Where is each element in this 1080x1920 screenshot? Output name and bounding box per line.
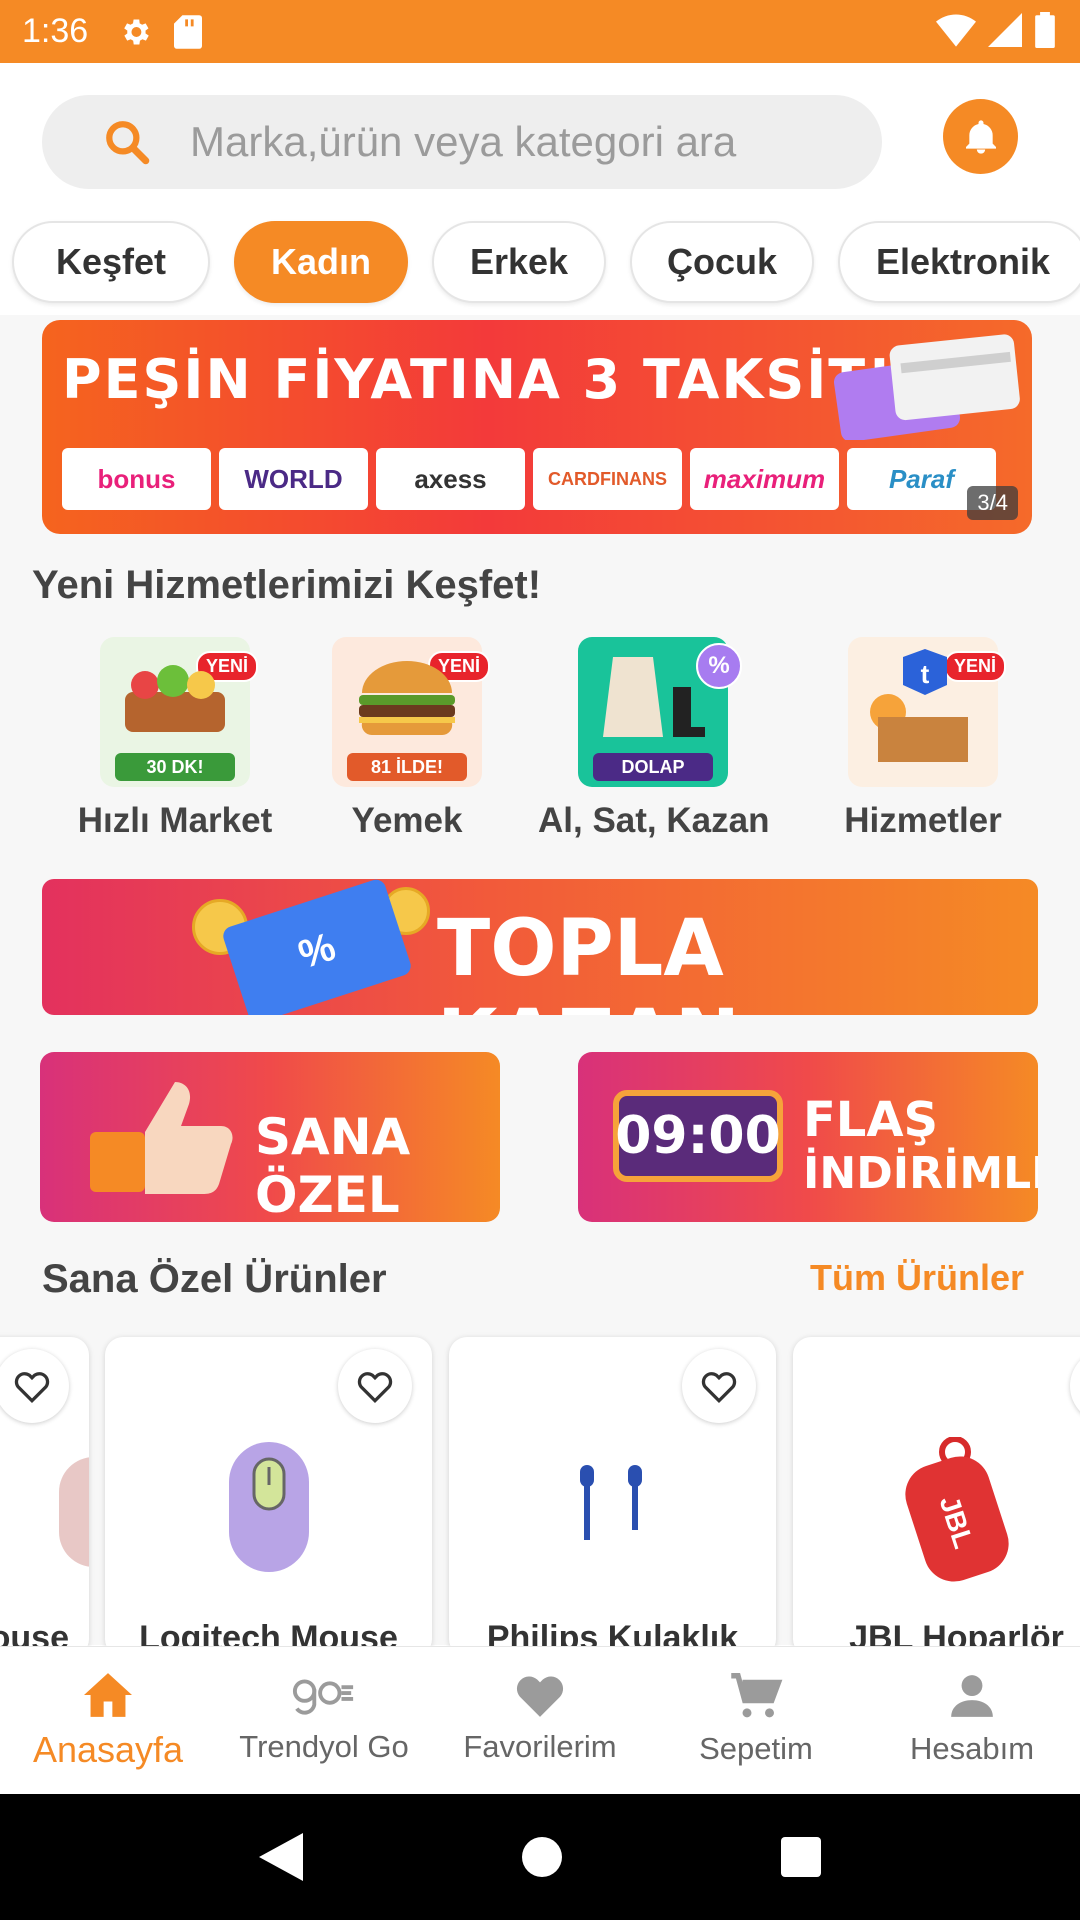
svg-text:t: t — [921, 659, 930, 689]
service-caption: 81 İLDE! — [347, 753, 467, 781]
favorite-button[interactable] — [338, 1349, 412, 1423]
heart-icon — [516, 1676, 564, 1717]
market-basket-icon: YENİ 30 DK! — [100, 637, 258, 787]
thumbs-up-icon — [90, 1082, 233, 1194]
favorite-button[interactable] — [682, 1349, 756, 1423]
service-label: Yemek — [351, 801, 463, 840]
system-navigation-bar — [0, 1794, 1080, 1920]
nav-label: Trendyol Go — [239, 1729, 409, 1764]
tab-cocuk[interactable]: Çocuk — [630, 221, 814, 303]
service-caption: 30 DK! — [115, 753, 235, 781]
nav-hesabim[interactable]: Hesabım — [864, 1647, 1080, 1794]
services-title: Yeni Hizmetlerimizi Keşfet! — [32, 563, 542, 607]
services-box-icon: YENİ t — [848, 637, 1006, 787]
nav-anasayfa[interactable]: Anasayfa — [0, 1647, 216, 1794]
service-caption: DOLAP — [593, 753, 713, 781]
flas-time: 09:00 — [615, 1106, 781, 1166]
nav-label: Hesabım — [909, 1731, 1035, 1766]
tab-kesfet[interactable]: Keşfet — [12, 221, 210, 303]
service-hizmetler[interactable]: YENİ t Hizmetler — [808, 637, 1038, 841]
bell-icon — [965, 119, 996, 154]
tab-erkek[interactable]: Erkek — [432, 221, 606, 303]
flas-indirimler-banner[interactable]: 09:00 FLAŞ İNDİRİMLER — [578, 1052, 1038, 1222]
nav-favorilerim[interactable]: Favorilerim — [432, 1647, 648, 1794]
signal-icon — [988, 13, 1022, 47]
service-yemek[interactable]: YENİ 81 İLDE! Yemek — [292, 637, 522, 841]
cart-icon — [731, 1673, 783, 1718]
sana-ozel-title: SANA ÖZEL — [255, 1108, 411, 1222]
product-card[interactable]: Philips Kulaklık — [449, 1337, 776, 1657]
home-circle-icon[interactable] — [521, 1837, 562, 1877]
sd-card-icon — [174, 14, 203, 49]
coupon-percent: % — [293, 924, 341, 977]
go-icon — [292, 1679, 354, 1715]
service-label: Hizmetler — [844, 801, 1002, 840]
burger-icon: YENİ 81 İLDE! — [332, 637, 490, 787]
nav-label: Favorilerim — [463, 1729, 617, 1764]
banner-page-counter: 3/4 — [967, 486, 1018, 520]
battery-icon — [1035, 12, 1055, 48]
flas-line1: FLAŞ — [803, 1092, 939, 1148]
hero-banner[interactable]: PEŞİN FİYATINA 3 TAKSİT! bonus WORLD axe… — [42, 320, 1032, 534]
bank-logo-cardfinans: CARDFINANS — [533, 448, 682, 510]
heart-outline-icon — [14, 1372, 50, 1404]
search-placeholder: Marka,ürün veya kategori ara — [190, 118, 737, 165]
products-section-title: Sana Özel Ürünler — [42, 1257, 387, 1301]
search-icon — [106, 121, 150, 165]
favorite-button[interactable] — [1070, 1349, 1080, 1423]
bank-logo-maximum: maximum — [690, 448, 839, 510]
product-card[interactable]: Logitech Mouse — [105, 1337, 432, 1657]
product-card[interactable]: JBL JBL Hoparlör — [793, 1337, 1080, 1657]
nav-sepetim[interactable]: Sepetim — [648, 1647, 864, 1794]
user-icon — [951, 1675, 993, 1717]
mouse-image — [59, 1457, 89, 1567]
sana-ozel-banner[interactable]: SANA ÖZEL — [40, 1052, 500, 1222]
bank-logo-bonus: bonus — [62, 448, 211, 510]
notifications-button[interactable] — [943, 99, 1018, 174]
service-label: Hızlı Market — [77, 801, 273, 840]
back-icon[interactable] — [259, 1833, 304, 1881]
topla-kazan-banner[interactable]: % TOPLA KAZAN — [42, 879, 1038, 1015]
settings-gear-icon — [124, 19, 149, 44]
clock-icon: 09:00 — [613, 1090, 783, 1182]
search-input[interactable]: Marka,ürün veya kategori ara — [42, 95, 882, 189]
heart-outline-icon — [357, 1372, 393, 1404]
all-products-link[interactable]: Tüm Ürünler — [810, 1257, 1024, 1299]
coat-boots-illustration — [603, 657, 705, 737]
service-al-sat-kazan[interactable]: % DOLAP Al, Sat, Kazan — [538, 637, 770, 841]
recents-icon[interactable] — [780, 1837, 821, 1877]
nav-label: Sepetim — [699, 1731, 813, 1766]
status-time: 1:36 — [22, 12, 89, 50]
logitech-mouse-image — [228, 1442, 309, 1572]
service-label: Al, Sat, Kazan — [538, 801, 770, 840]
home-icon — [84, 1673, 132, 1717]
status-bar: 1:36 — [0, 0, 1080, 63]
product-card[interactable]: ouse — [0, 1337, 89, 1657]
nav-trendyol-go[interactable]: Trendyol Go — [216, 1647, 432, 1794]
box-illustration: t — [870, 649, 968, 762]
nav-label: Anasayfa — [32, 1729, 184, 1770]
service-hizli-market[interactable]: YENİ 30 DK! Hızlı Market — [60, 637, 290, 841]
basket-illustration — [125, 665, 225, 732]
bank-logo-axess: axess — [376, 448, 525, 510]
tab-kadin[interactable]: Kadın — [234, 221, 408, 303]
category-tabs: Keşfet Kadın Erkek Çocuk Elektronik — [12, 221, 1080, 303]
screen: 1:36 Marka,ürün veya kategori ara Keşfet… — [0, 0, 1080, 1920]
dolap-icon: % DOLAP — [578, 637, 742, 787]
bottom-navigation: Anasayfa Trendyol Go Favorilerim Sepetim… — [0, 1646, 1080, 1794]
favorite-button[interactable] — [0, 1349, 69, 1423]
hero-title: PEŞİN FİYATINA 3 TAKSİT! — [62, 348, 894, 411]
wifi-icon — [936, 14, 976, 47]
topla-kazan-title: TOPLA KAZAN — [437, 904, 740, 1015]
heart-outline-icon — [701, 1372, 737, 1404]
bank-logo-world: WORLD — [219, 448, 368, 510]
coupon-icon: % — [220, 879, 414, 1015]
philips-earphones-image — [579, 1465, 642, 1540]
bank-card-row: bonus WORLD axess CARDFINANS maximum Par… — [62, 448, 996, 510]
burger-illustration — [359, 661, 455, 736]
jbl-speaker-image: JBL — [904, 1437, 1009, 1582]
tab-elektronik[interactable]: Elektronik — [838, 221, 1080, 303]
flas-line2: İNDİRİMLER — [803, 1148, 1038, 1199]
credit-cards-illustration — [834, 334, 1020, 440]
